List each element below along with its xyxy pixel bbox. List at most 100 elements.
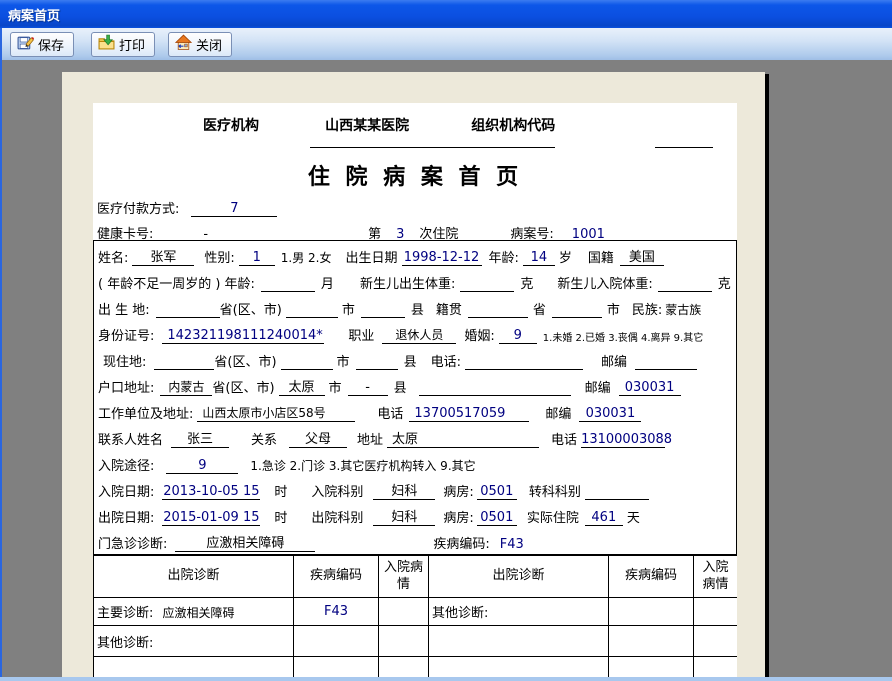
ethnic-label: 民族: bbox=[631, 303, 663, 318]
birthplace-county-field bbox=[360, 301, 405, 318]
gender-label: 性别: bbox=[204, 251, 235, 266]
relation-field: 父母 bbox=[289, 431, 348, 448]
admit-weight-field bbox=[657, 275, 712, 292]
registered-zip-label: 邮编 bbox=[584, 381, 611, 396]
residence-city-label: 市 bbox=[336, 355, 350, 370]
main-diagnosis-cell: 主要诊断: 应激相关障碍 bbox=[93, 597, 294, 626]
admission-route-row: 入院途径: 9 1.急诊 2.门诊 3.其它医疗机构转入 9.其它 bbox=[94, 451, 736, 477]
header-discharge-diag-left: 出院诊断 bbox=[93, 555, 294, 598]
native-province-field bbox=[467, 301, 528, 318]
admit-date-field: 2013-10-05 15 bbox=[162, 484, 261, 500]
main-diag-code-cell: F43 bbox=[293, 597, 379, 626]
route-field: 9 bbox=[166, 457, 239, 474]
row2-col4-cell bbox=[428, 625, 609, 657]
nationality-label: 国籍 bbox=[587, 251, 614, 266]
header-discharge-diag-right: 出院诊断 bbox=[428, 555, 609, 598]
other-diag-code-cell bbox=[293, 625, 379, 657]
residence-label: 现住地: bbox=[103, 355, 147, 370]
save-button-label: 保存 bbox=[38, 38, 65, 54]
patient-row-id: 身份证号: 142321198111240014* 职业 退休人员 婚姻: 9 … bbox=[94, 321, 736, 347]
age-unit: 岁 bbox=[558, 251, 572, 266]
admit-date-label: 入院日期: bbox=[98, 485, 155, 500]
patient-row-birthplace: 出 生 地: 省(区、市) 市 县 籍贯 省 市 民族: 蒙古族 bbox=[94, 295, 736, 321]
payment-row: 医疗付款方式: 7 bbox=[97, 195, 733, 217]
org-code-underline bbox=[655, 147, 713, 148]
contact-label: 联系人姓名 bbox=[98, 433, 164, 448]
birthplace-province-field bbox=[155, 301, 220, 318]
registered-county-field: - bbox=[347, 379, 388, 396]
discharge-dept-label: 出院科别 bbox=[311, 511, 364, 526]
save-button[interactable]: 保存 bbox=[10, 31, 75, 57]
occupation-label: 职业 bbox=[348, 329, 375, 344]
dob-field: 1998-12-12 bbox=[401, 249, 482, 266]
print-button-label: 打印 bbox=[119, 38, 146, 54]
other-diag-right-code-cell bbox=[608, 597, 694, 626]
disease-code-value: F43 bbox=[499, 537, 524, 552]
table-row-other-diagnosis: 其他诊断: bbox=[93, 625, 737, 657]
discharge-date-field: 2015-01-09 15 bbox=[162, 510, 261, 526]
patient-row-registered: 户口地址: 内蒙古 省(区、市) 太原 市 - 县 邮编 030031 bbox=[94, 373, 736, 399]
name-label: 姓名: bbox=[98, 251, 129, 266]
registered-addr-field bbox=[418, 379, 571, 396]
discharge-hour-unit: 时 bbox=[274, 511, 288, 526]
age-field: 14 bbox=[522, 249, 555, 266]
payment-label: 医疗付款方式: bbox=[97, 202, 180, 217]
id-field: 142321198111240014* bbox=[162, 327, 325, 344]
residence-zip-label: 邮编 bbox=[600, 355, 627, 370]
registered-county-label: 县 bbox=[393, 381, 407, 396]
other-diag-right-condition-cell bbox=[693, 597, 737, 626]
native-label: 籍贯 bbox=[435, 303, 462, 318]
residence-zip-field bbox=[634, 353, 697, 370]
save-icon bbox=[17, 34, 34, 55]
print-button[interactable]: 打印 bbox=[91, 31, 156, 57]
other-diag-cell: 其他诊断: bbox=[93, 625, 294, 657]
main-diag-value: 应激相关障碍 bbox=[162, 606, 235, 620]
disease-code-label: 疾病编码: bbox=[433, 537, 490, 552]
other-diag-condition-cell bbox=[378, 625, 429, 657]
close-button-label: 关闭 bbox=[196, 38, 223, 54]
transfer-dept-field bbox=[584, 483, 649, 500]
marriage-label: 婚姻: bbox=[464, 329, 495, 344]
admit-ward-label: 病房: bbox=[443, 485, 474, 500]
contact-addr-label: 地址 bbox=[357, 433, 384, 448]
admit-dept-field: 妇科 bbox=[373, 483, 436, 500]
birthplace-label: 出 生 地: bbox=[98, 303, 150, 318]
admit-weight-label: 新生儿入院体重: bbox=[557, 277, 653, 292]
table-row-main-diagnosis: 主要诊断: 应激相关障碍 F43 其他诊断: bbox=[93, 597, 737, 626]
native-city-field bbox=[551, 301, 602, 318]
discharge-date-row: 出院日期: 2015-01-09 15 时 出院科别 妇科 病房: 0501 实… bbox=[94, 503, 736, 529]
work-address-field: 山西太原市小店区58号 bbox=[197, 405, 356, 422]
home-icon bbox=[174, 34, 193, 55]
hospital-name-underline bbox=[310, 147, 555, 148]
admit-dept-label: 入院科别 bbox=[311, 485, 364, 500]
er-diag-field: 应激相关障碍 bbox=[175, 535, 316, 552]
registered-city-field: 太原 bbox=[278, 379, 325, 396]
er-diagnosis-row: 门急诊诊断: 应激相关障碍 疾病编码: F43 bbox=[94, 529, 736, 555]
admit-weight-unit: 克 bbox=[717, 277, 731, 292]
id-label: 身份证号: bbox=[98, 329, 155, 344]
residence-city-field bbox=[280, 353, 333, 370]
other-diag-right-cell: 其他诊断: bbox=[428, 597, 609, 626]
discharge-ward-field: 0501 bbox=[476, 509, 517, 526]
route-options: 1.急诊 2.门诊 3.其它医疗机构转入 9.其它 bbox=[250, 459, 476, 473]
work-zip-field: 030031 bbox=[579, 405, 642, 422]
county-label: 县 bbox=[410, 303, 424, 318]
print-icon bbox=[98, 34, 115, 55]
header-disease-code-right: 疾病编码 bbox=[608, 555, 694, 598]
occupation-field: 退休人员 bbox=[382, 327, 457, 344]
birth-weight-label: 新生儿出生体重: bbox=[359, 277, 456, 292]
birth-weight-unit: 克 bbox=[520, 277, 534, 292]
residence-county-label: 县 bbox=[403, 355, 417, 370]
contact-name-field: 张三 bbox=[171, 431, 230, 448]
window-title: 病案首页 bbox=[8, 8, 61, 24]
infant-age-field bbox=[260, 275, 315, 292]
residence-phone-label: 电话: bbox=[430, 355, 461, 370]
residence-county-field bbox=[355, 353, 398, 370]
contact-addr-field: 太原 bbox=[387, 431, 540, 448]
work-phone-field: 13700517059 bbox=[409, 405, 530, 422]
form-title: 住 院 病 案 首 页 bbox=[307, 165, 523, 190]
stay-days-field: 461 bbox=[584, 509, 623, 526]
patient-row-identity: 姓名: 张军 性别: 1 1.男 2.女 出生日期 1998-12-12 年龄:… bbox=[94, 243, 736, 269]
contact-phone-label: 电话 bbox=[551, 433, 578, 448]
close-button[interactable]: 关闭 bbox=[168, 31, 233, 57]
